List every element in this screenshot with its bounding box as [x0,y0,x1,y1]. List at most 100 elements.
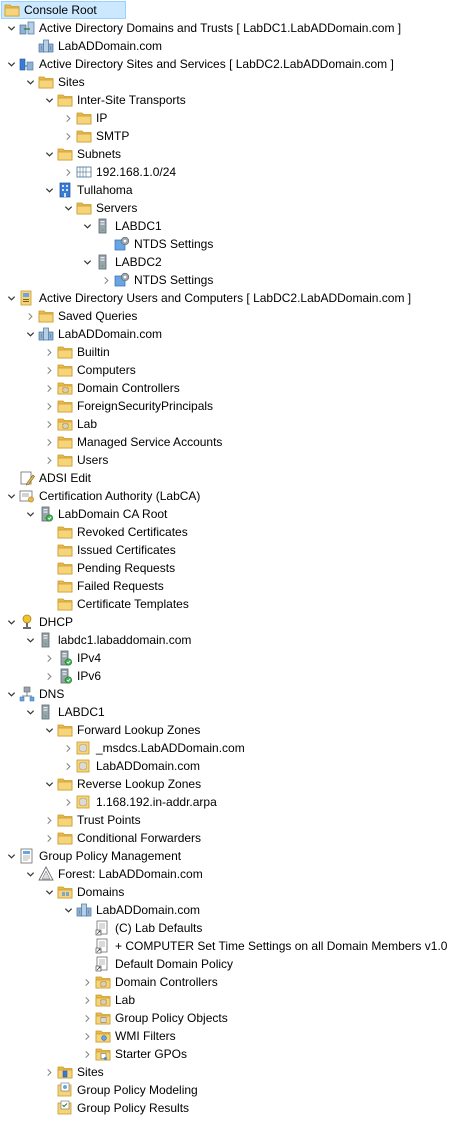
chevron-down-icon[interactable] [24,505,36,523]
chevron-right-icon[interactable] [43,451,55,469]
tree-node[interactable]: Inter-Site Transports [43,91,186,109]
tree-node[interactable]: LabADDomain.com [62,901,200,919]
chevron-down-icon[interactable] [43,91,55,109]
chevron-down-icon[interactable] [43,775,55,793]
tree-node[interactable]: ForeignSecurityPrincipals [43,397,213,415]
tree-node[interactable]: Lab [43,415,97,433]
chevron-down-icon[interactable] [5,289,17,307]
chevron-down-icon[interactable] [24,703,36,721]
chevron-right-icon[interactable] [24,307,36,325]
chevron-right-icon[interactable] [43,415,55,433]
tree-node[interactable]: Failed Requests [43,577,164,595]
tree-node[interactable]: NTDS Settings [100,271,213,289]
tree-node[interactable]: Certification Authority (LabCA) [5,487,200,505]
tree-node[interactable]: Active Directory Users and Computers [ L… [5,289,411,307]
tree-node[interactable]: Console Root [1,1,126,19]
chevron-right-icon[interactable] [81,1045,93,1063]
chevron-down-icon[interactable] [62,901,74,919]
tree-node[interactable]: Group Policy Results [43,1099,189,1117]
chevron-right-icon[interactable] [43,1063,55,1081]
chevron-right-icon[interactable] [43,649,55,667]
tree-node[interactable]: Subnets [43,145,121,163]
tree-node[interactable]: LabADDomain.com [24,37,162,55]
chevron-right-icon[interactable] [62,757,74,775]
tree-node[interactable]: Group Policy Modeling [43,1081,198,1099]
tree-node[interactable]: Pending Requests [43,559,175,577]
chevron-right-icon[interactable] [43,811,55,829]
chevron-down-icon[interactable] [43,721,55,739]
tree-node[interactable]: Tullahoma [43,181,133,199]
tree-node[interactable]: DNS [5,685,64,703]
chevron-right-icon[interactable] [43,667,55,685]
chevron-right-icon[interactable] [62,127,74,145]
tree-node[interactable]: SMTP [62,127,129,145]
tree-node[interactable]: Users [43,451,108,469]
tree-node[interactable]: DHCP [5,613,73,631]
tree-node[interactable]: 1.168.192.in-addr.arpa [62,793,217,811]
tree-node[interactable]: labdc1.labaddomain.com [24,631,191,649]
tree-node[interactable]: Lab [81,991,135,1009]
tree-node[interactable]: Servers [62,199,137,217]
chevron-down-icon[interactable] [62,199,74,217]
chevron-down-icon[interactable] [5,613,17,631]
tree-node[interactable]: Trust Points [43,811,141,829]
tree-node[interactable]: Reverse Lookup Zones [43,775,201,793]
chevron-right-icon[interactable] [81,973,93,991]
chevron-down-icon[interactable] [43,883,55,901]
tree-node[interactable]: Default Domain Policy [81,955,233,973]
tree-node[interactable]: 192.168.1.0/24 [62,163,176,181]
chevron-down-icon[interactable] [5,685,17,703]
chevron-right-icon[interactable] [62,793,74,811]
tree-node[interactable]: Issued Certificates [43,541,176,559]
tree-node[interactable]: Revoked Certificates [43,523,188,541]
tree-node[interactable]: (C) Lab Defaults [81,919,202,937]
tree-node[interactable]: Starter GPOs [81,1045,187,1063]
tree-node[interactable]: Sites [24,73,85,91]
tree-node[interactable]: + COMPUTER Set Time Settings on all Doma… [81,937,447,955]
tree-node[interactable]: LABDC1 [24,703,105,721]
chevron-down-icon[interactable] [81,253,93,271]
tree-node[interactable]: Sites [43,1063,104,1081]
tree-node[interactable]: IP [62,109,107,127]
tree-node[interactable]: Forest: LabADDomain.com [24,865,203,883]
tree-node[interactable]: _msdcs.LabADDomain.com [62,739,245,757]
chevron-down-icon[interactable] [24,631,36,649]
tree-node[interactable]: Certificate Templates [43,595,189,613]
chevron-right-icon[interactable] [43,343,55,361]
tree-node[interactable]: Conditional Forwarders [43,829,201,847]
chevron-right-icon[interactable] [62,163,74,181]
tree-node[interactable]: Domain Controllers [43,379,180,397]
tree-node[interactable]: IPv6 [43,667,101,685]
tree-node[interactable]: Managed Service Accounts [43,433,222,451]
tree-node[interactable]: Saved Queries [24,307,137,325]
tree-node[interactable]: LabADDomain.com [24,325,162,343]
chevron-right-icon[interactable] [100,271,112,289]
chevron-down-icon[interactable] [5,55,17,73]
chevron-right-icon[interactable] [81,991,93,1009]
chevron-right-icon[interactable] [43,433,55,451]
tree-node[interactable]: IPv4 [43,649,101,667]
tree-node[interactable]: ADSI Edit [5,469,91,487]
chevron-right-icon[interactable] [81,1027,93,1045]
chevron-down-icon[interactable] [43,181,55,199]
chevron-down-icon[interactable] [81,217,93,235]
chevron-down-icon[interactable] [24,325,36,343]
chevron-down-icon[interactable] [24,73,36,91]
tree-node[interactable]: Active Directory Domains and Trusts [ La… [5,19,401,37]
chevron-down-icon[interactable] [5,19,17,37]
chevron-right-icon[interactable] [43,361,55,379]
chevron-down-icon[interactable] [5,847,17,865]
tree-node[interactable]: NTDS Settings [100,235,213,253]
tree-node[interactable]: Active Directory Sites and Services [ La… [5,55,394,73]
chevron-down-icon[interactable] [43,145,55,163]
chevron-right-icon[interactable] [62,739,74,757]
chevron-right-icon[interactable] [43,829,55,847]
tree-node[interactable]: LabADDomain.com [62,757,200,775]
chevron-down-icon[interactable] [24,865,36,883]
chevron-right-icon[interactable] [43,397,55,415]
tree-node[interactable]: Domains [43,883,124,901]
chevron-down-icon[interactable] [5,487,17,505]
tree-node[interactable]: WMI Filters [81,1027,176,1045]
tree-node[interactable]: Forward Lookup Zones [43,721,200,739]
chevron-right-icon[interactable] [62,109,74,127]
